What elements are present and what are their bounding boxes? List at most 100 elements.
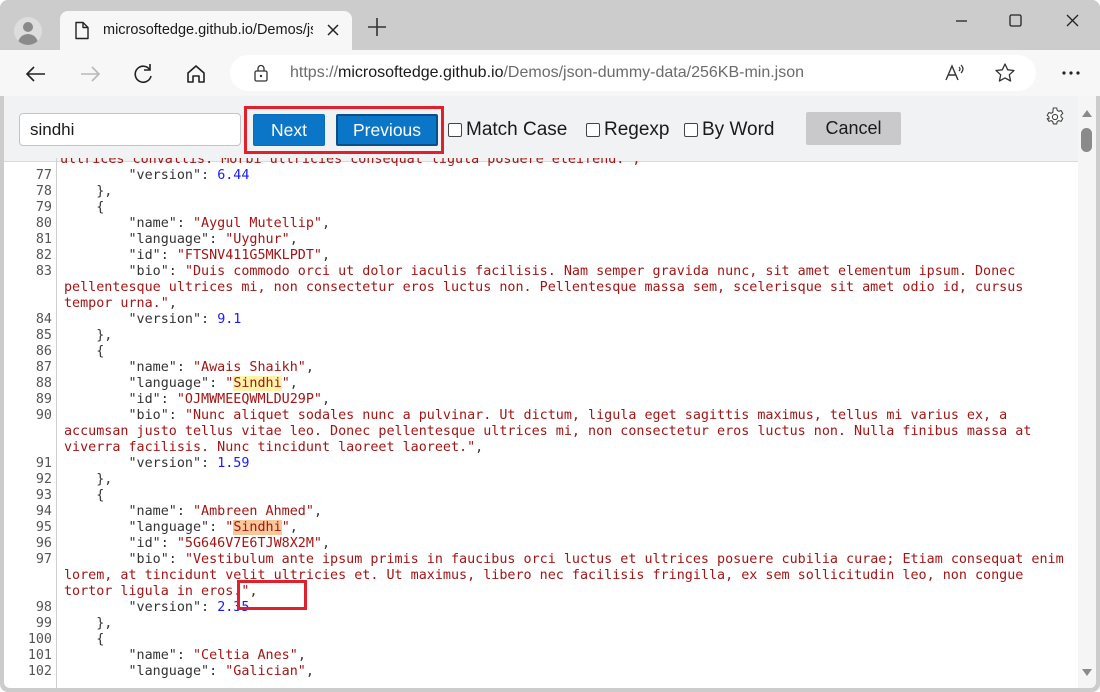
- json-token: "language":: [64, 520, 226, 535]
- line-number: 93: [35, 488, 52, 503]
- new-tab-icon[interactable]: [364, 14, 390, 40]
- match-case-checkbox[interactable]: Match Case: [448, 118, 567, 142]
- regexp-label: Regexp: [604, 119, 670, 140]
- json-string: "5G646V7E6TJW8X2M": [176, 536, 322, 551]
- json-string: "OJMWMEEQWMLDU29P": [176, 392, 322, 407]
- url-text[interactable]: https://microsoftedge.github.io/Demos/js…: [290, 64, 804, 82]
- scroll-up-arrow-icon[interactable]: [1082, 110, 1092, 117]
- maximize-icon[interactable]: [992, 8, 1038, 34]
- page-content: Next Previous Match Case Regexp By Word …: [4, 96, 1096, 688]
- json-token: "name":: [64, 216, 193, 231]
- json-string: "Ambreen Ahmed": [193, 504, 314, 519]
- line-number: 96: [35, 536, 52, 551]
- code-line: 78 },: [4, 184, 1078, 200]
- json-string: "Celtia Anes": [193, 648, 298, 663]
- json-string: "Duis commodo orci ut dolor iaculis faci…: [64, 264, 1032, 311]
- minimize-icon[interactable]: [938, 8, 984, 34]
- cancel-button[interactable]: Cancel: [806, 112, 901, 145]
- json-token: ,: [475, 440, 484, 455]
- json-token: "bio":: [64, 264, 185, 279]
- regexp-checkbox[interactable]: Regexp: [586, 118, 670, 142]
- back-arrow-icon[interactable]: [22, 60, 50, 88]
- line-number: 88: [35, 376, 52, 391]
- json-token: "id":: [64, 392, 177, 407]
- line-text: "language": "Sindhi",: [52, 520, 1078, 536]
- line-text: "language": "Uyghur",: [52, 232, 1078, 248]
- more-dots-icon[interactable]: [1058, 60, 1084, 86]
- star-icon[interactable]: [994, 62, 1016, 84]
- code-line: 83 "bio": "Duis commodo orci ut dolor ia…: [4, 264, 1078, 312]
- line-number: 101: [27, 648, 52, 663]
- json-number: 9.1: [217, 312, 242, 327]
- line-text: "name": "Ambreen Ahmed",: [52, 504, 1078, 520]
- json-token: ,: [322, 248, 331, 263]
- line-number: 80: [35, 216, 52, 231]
- scroll-down-arrow-icon[interactable]: [1082, 669, 1092, 676]
- page-icon: [74, 21, 90, 40]
- url-path: /Demos/json-dummy-data/256KB-min.json: [503, 64, 805, 81]
- home-icon[interactable]: [182, 60, 210, 88]
- line-number: 95: [35, 520, 52, 535]
- checkbox-box[interactable]: [684, 123, 698, 137]
- code-line: 81 "language": "Uyghur",: [4, 232, 1078, 248]
- line-text: {: [52, 344, 1078, 360]
- close-window-icon[interactable]: [1050, 8, 1096, 34]
- json-token: ,: [322, 536, 331, 551]
- scroll-thumb[interactable]: [1081, 128, 1092, 152]
- previous-button[interactable]: Previous: [336, 114, 438, 146]
- json-string: "Uyghur": [225, 232, 290, 247]
- line-text: "name": "Aygul Mutellip",: [52, 216, 1078, 232]
- browser-tab[interactable]: microsoftedge.github.io/Demos/json-dummy…: [60, 11, 352, 51]
- code-line: 91 "version": 1.59: [4, 456, 1078, 472]
- close-tab-icon[interactable]: [322, 19, 344, 41]
- lock-icon[interactable]: [252, 64, 270, 82]
- line-number: 99: [35, 616, 52, 631]
- json-string: "FTSNV411G5MKLPDT": [176, 248, 322, 263]
- json-token: "version":: [64, 168, 218, 183]
- gear-icon[interactable]: [1044, 106, 1066, 128]
- code-line: 86 {: [4, 344, 1078, 360]
- line-number: 82: [35, 248, 52, 263]
- line-number: 77: [35, 168, 52, 183]
- checkbox-box[interactable]: [586, 123, 600, 137]
- json-token: "id":: [64, 248, 177, 263]
- reload-icon[interactable]: [129, 60, 157, 88]
- address-bar[interactable]: https://microsoftedge.github.io/Demos/js…: [230, 55, 1036, 91]
- json-string: ": [281, 520, 290, 535]
- by-word-checkbox[interactable]: By Word: [684, 118, 775, 142]
- json-token: "version":: [64, 312, 218, 327]
- json-token: {: [64, 200, 105, 215]
- line-number: [4, 158, 52, 168]
- line-text: "bio": "Duis commodo orci ut dolor iacul…: [52, 264, 1078, 312]
- code-line: 84 "version": 9.1: [4, 312, 1078, 328]
- code-line: 99 },: [4, 616, 1078, 632]
- json-token: ,: [322, 216, 331, 231]
- search-input[interactable]: [19, 113, 241, 146]
- line-text: "language": "Galician",: [52, 664, 1078, 680]
- json-token: {: [64, 632, 105, 647]
- json-token: "name":: [64, 360, 193, 375]
- profile-avatar-icon[interactable]: [14, 17, 42, 45]
- checkbox-box[interactable]: [448, 123, 462, 137]
- code-line: 92 },: [4, 472, 1078, 488]
- code-line: 98 "version": 2.35: [4, 600, 1078, 616]
- json-token: "language":: [64, 664, 226, 679]
- line-text: {: [52, 632, 1078, 648]
- json-token: ,: [305, 360, 314, 375]
- next-button[interactable]: Next: [253, 114, 325, 146]
- vertical-scrollbar[interactable]: [1078, 96, 1096, 688]
- json-token: "version":: [64, 456, 218, 471]
- json-token: ,: [305, 664, 314, 679]
- read-aloud-icon[interactable]: [943, 61, 967, 85]
- line-number: 91: [35, 456, 52, 471]
- line-number: 94: [35, 504, 52, 519]
- json-token: "id":: [64, 536, 177, 551]
- line-text: },: [52, 472, 1078, 488]
- gutter-divider: [56, 158, 57, 688]
- json-number: 2.35: [217, 600, 250, 615]
- json-string: "Vestibulum ante ipsum primis in faucibu…: [64, 552, 1072, 599]
- current-search-match-highlight: Sindhi: [233, 520, 282, 535]
- title-bar: microsoftedge.github.io/Demos/json-dummy…: [0, 0, 1100, 51]
- forward-arrow-icon[interactable]: [76, 60, 104, 88]
- line-number: 81: [35, 232, 52, 247]
